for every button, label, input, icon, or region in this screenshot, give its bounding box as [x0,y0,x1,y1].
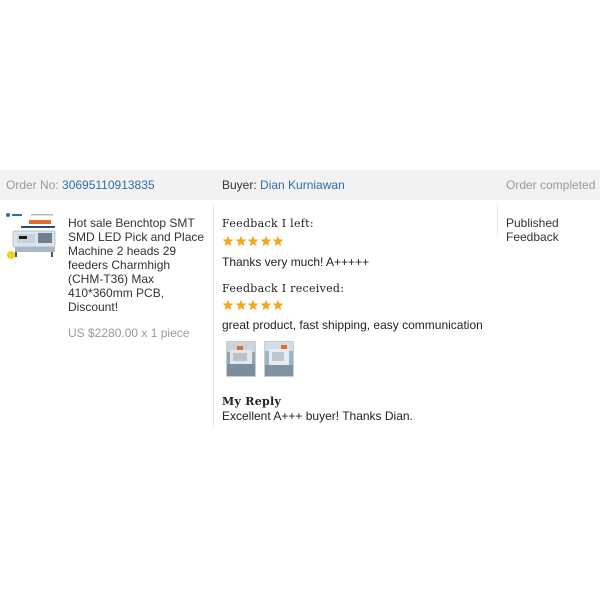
feedback-received-label: Feedback I received: [222,282,345,295]
column-divider [213,205,214,427]
order-number-link[interactable]: 30695110913835 [62,178,155,192]
star-icon [272,299,284,310]
product-thumbnail-image[interactable] [5,211,60,266]
feedback-status: Published Feedback [506,216,559,244]
star-icon [222,235,234,246]
buyer-cell: Buyer: Dian Kurniawan [222,170,345,200]
feedback-left-text: Thanks very much! A+++++ [222,255,370,269]
buyer-photo-thumbnail[interactable] [226,341,256,377]
feedback-left-rating [222,235,285,247]
my-reply-text: Excellent A+++ buyer! Thanks Dian. [222,409,413,423]
product-price: US $2280.00 x 1 piece [68,326,190,340]
star-icon [260,299,271,310]
star-icon [247,299,259,310]
star-icon [222,299,234,310]
order-header-row: Order No: 30695110913835 Buyer: Dian Kur… [0,170,600,200]
column-divider [497,205,498,235]
buyer-label: Buyer: [222,178,257,192]
my-reply-label: My Reply [222,395,282,408]
product-title-link[interactable]: Hot sale Benchtop SMT SMD LED Pick and P… [68,216,208,314]
feedback-received-rating [222,299,285,311]
buyer-photo-thumbnail[interactable] [264,341,294,377]
star-icon [272,235,284,246]
feedback-left-label: Feedback I left: [222,217,314,230]
star-icon [235,299,246,310]
order-status: Order completed [506,178,596,192]
star-icon [247,235,259,246]
order-body-row: Hot sale Benchtop SMT SMD LED Pick and P… [0,205,600,430]
star-icon [235,235,246,246]
order-number-label: Order No: [6,178,59,192]
feedback-received-text: great product, fast shipping, easy commu… [222,318,483,332]
buyer-name-link[interactable]: Dian Kurniawan [260,178,345,192]
star-icon [260,235,271,246]
order-number-cell: Order No: 30695110913835 [6,170,155,200]
